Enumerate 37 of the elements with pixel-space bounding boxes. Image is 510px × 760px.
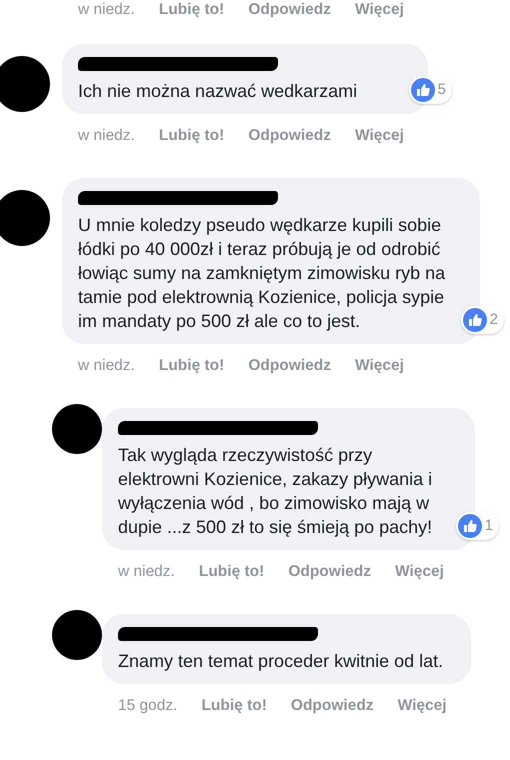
reply-link[interactable]: Odpowiedz [248,1,331,19]
thumbs-up-icon [458,514,482,538]
reply-link[interactable]: Odpowiedz [288,563,371,581]
comment-time: w niedz. [78,127,135,145]
reply-link[interactable]: Odpowiedz [248,357,331,375]
comment-text: Znamy ten temat proceder kwitnie od lat. [118,650,444,673]
comment-time: w niedz. [118,563,175,581]
like-link[interactable]: Lubię to! [198,563,264,581]
more-link[interactable]: Więcej [354,127,404,145]
more-link[interactable]: Więcej [354,357,404,375]
reply-link[interactable]: Odpowiedz [248,127,331,145]
avatar[interactable] [52,610,102,660]
avatar[interactable] [52,404,102,454]
comment-time: w niedz. [78,357,135,375]
reaction-badge[interactable]: 2 [460,306,504,334]
avatar[interactable] [0,56,50,112]
comment-time: 15 godz. [118,697,178,715]
thumbs-up-icon [462,308,487,332]
comment-text: Ich nie można nazwać wedkarzami [78,80,358,103]
comment-time: w niedz. [78,1,135,19]
like-link[interactable]: Lubię to! [158,127,224,145]
comment-text: U mnie koledzy pseudo wędkarze kupili sobie łódki po 40 000zł i teraz próbują je od odrobić łowiąc sumy na zamkniętym zimowisku ryb na tamie pod elektrownią Kozienice, policja sypie im mandaty po 500 zł ale co to jest. [78,214,446,333]
reply-link[interactable]: Odpowiedz [290,697,374,715]
reaction-badge[interactable]: 1 [456,512,499,540]
like-link[interactable]: Lubię to! [201,697,267,715]
thumbs-up-icon [410,78,435,102]
avatar[interactable] [0,190,50,246]
reaction-count: 2 [490,310,498,330]
reaction-badge[interactable]: 5 [408,76,452,104]
more-link[interactable]: Więcej [394,563,444,581]
comment-text: Tak wygląda rzeczywistość przy elektrowni Kozienice, zakazy pływania i wyłączenia wód , bo zimowisko mają w dupie ...z 500 zł to się śmieją po pachy! [118,444,434,539]
reaction-count: 5 [438,80,446,100]
more-link[interactable]: Więcej [398,697,447,715]
like-link[interactable]: Lubię to! [158,1,224,19]
more-link[interactable]: Więcej [354,1,404,19]
reaction-count: 1 [484,516,493,536]
like-link[interactable]: Lubię to! [158,357,224,375]
